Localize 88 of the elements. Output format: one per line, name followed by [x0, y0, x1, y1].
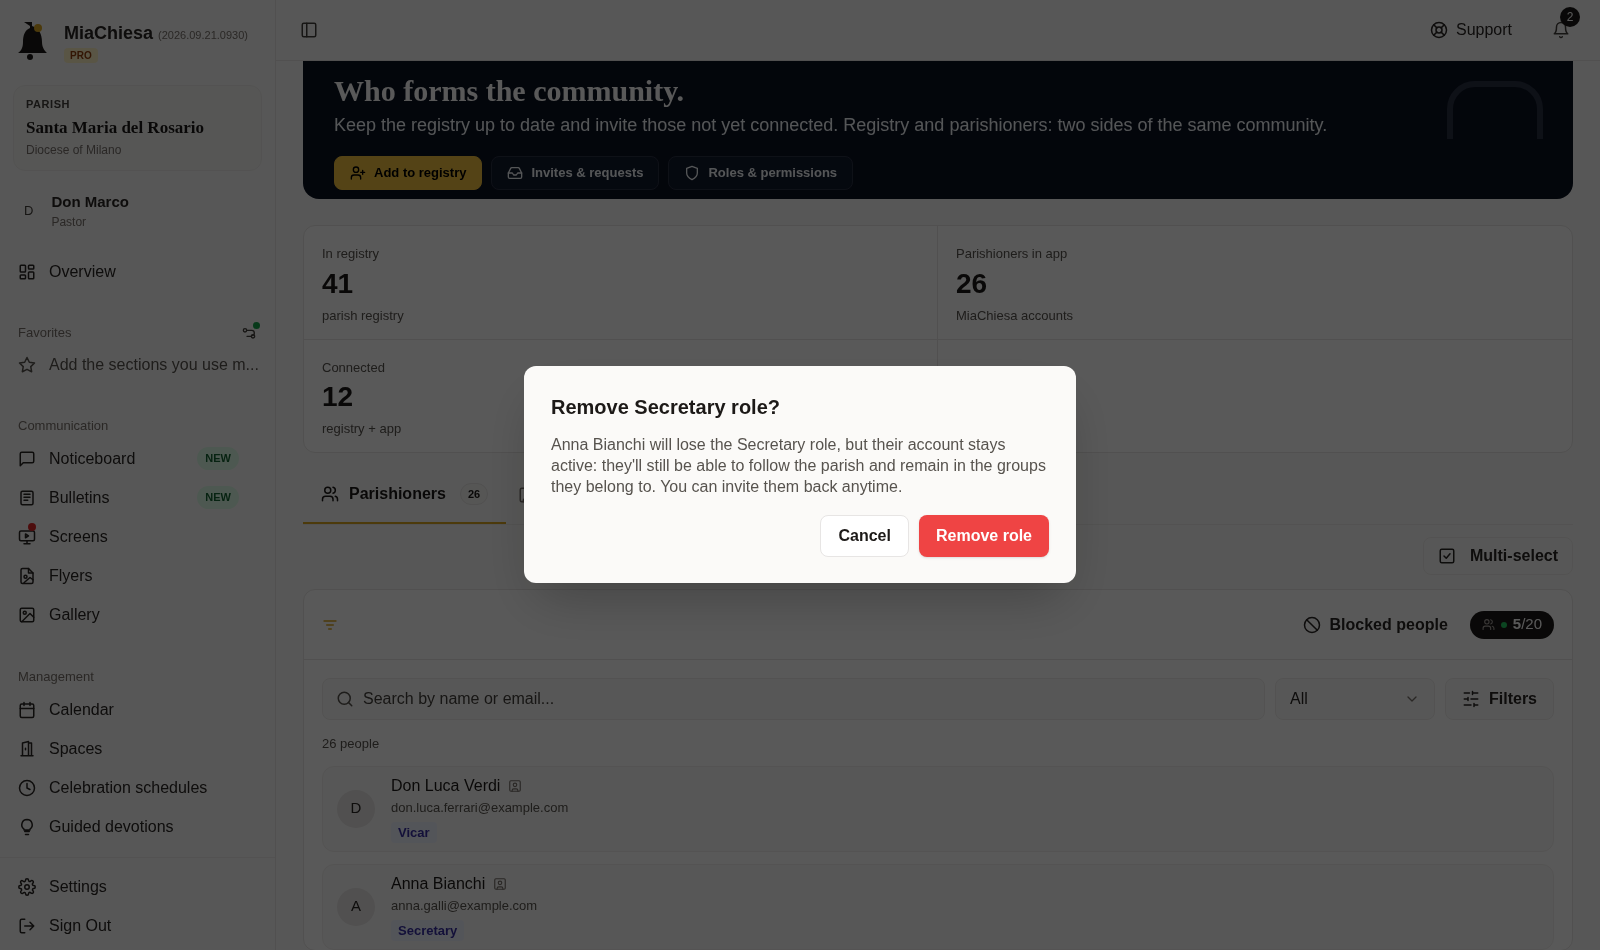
- avatar: D: [337, 789, 375, 828]
- file-image-icon: [18, 566, 36, 585]
- avatar: A: [337, 887, 375, 926]
- stat-value: 12: [322, 380, 354, 414]
- plan-badge: PRO: [64, 48, 98, 63]
- hero-subtitle: Keep the registry up to date and invite those not yet connected. Registry and parishioners: two sides of the same community.: [334, 114, 1328, 137]
- search-field[interactable]: Search by name or email...: [322, 678, 1265, 720]
- message-icon: [18, 449, 36, 468]
- newspaper-icon: [18, 488, 36, 507]
- hero-action-button[interactable]: Roles & permissions: [668, 156, 854, 190]
- notification-count: 2: [1560, 7, 1580, 27]
- person-email: don.luca.ferrari@example.com: [391, 799, 569, 817]
- users-icon: [1481, 618, 1495, 631]
- nav-item[interactable]: Screens: [0, 517, 239, 556]
- cancel-button[interactable]: Cancel: [820, 515, 909, 557]
- checkbox-icon: [1438, 547, 1456, 565]
- user-plus-icon: [350, 165, 366, 181]
- notifications-button[interactable]: [1552, 21, 1570, 39]
- role-dropdown[interactable]: All: [1275, 678, 1435, 720]
- nav-item[interactable]: Celebration schedules: [0, 768, 239, 808]
- sign-out-icon: [18, 917, 36, 935]
- person-card[interactable]: A Anna Bianchi anna.galli@example.com Secretary: [322, 863, 1554, 950]
- contact-card-icon: [493, 877, 508, 891]
- stat-caption: registry + app: [322, 420, 402, 438]
- panel-icon: [300, 21, 318, 39]
- hero-action-button[interactable]: Invites & requests: [491, 156, 660, 190]
- stat-caption: parish registry: [322, 306, 404, 325]
- dialog-title: Remove Secretary role?: [551, 395, 781, 420]
- hero-action-button[interactable]: Add to registry: [334, 156, 483, 190]
- calendar-icon: [18, 701, 36, 719]
- dialog-message: Anna Bianchi will lose the Secretary role, but their account stays active: they'll still be able to follow the parish and remain in the groups they belong to. You can invite them back anytime.: [551, 435, 1047, 497]
- stat-label: Connected: [322, 358, 385, 377]
- contact-card-icon: [508, 779, 523, 793]
- grid-icon: [18, 262, 36, 281]
- stat-caption: MiaChiesa accounts: [956, 306, 1074, 325]
- shield-icon: [684, 165, 701, 181]
- sidebar-toggle-button[interactable]: [300, 21, 318, 39]
- nav-item[interactable]: Noticeboard NEW: [0, 439, 239, 478]
- nav-item[interactable]: Settings: [0, 867, 239, 907]
- new-badge: NEW: [197, 486, 239, 509]
- nav-item[interactable]: Spaces: [0, 729, 239, 769]
- nav-item[interactable]: Overview: [0, 252, 239, 291]
- people-count: 26 people: [322, 735, 381, 753]
- support-link[interactable]: Support: [1429, 18, 1512, 42]
- stat-label: In registry: [322, 245, 380, 263]
- role-tag: Vicar: [391, 821, 437, 843]
- person-card[interactable]: D Don Luca Verdi don.luca.ferrari@example.com Vicar: [322, 765, 1554, 852]
- person-name: Anna Bianchi: [391, 874, 486, 894]
- user-name: Don Marco: [51, 191, 129, 212]
- stat-value: 26: [956, 266, 988, 301]
- stat-value: 41: [322, 266, 354, 301]
- star-icon: [18, 355, 36, 374]
- role-tag: Secretary: [391, 919, 465, 941]
- nav-item[interactable]: Gallery: [0, 595, 239, 634]
- user-initial: D: [24, 202, 34, 221]
- tab-count: 26: [459, 482, 489, 506]
- blocked-people-button[interactable]: Blocked people: [1302, 612, 1448, 637]
- capacity-count: 5/20: [1512, 614, 1542, 635]
- gallery-icon: [18, 605, 36, 624]
- clock-icon: [18, 779, 36, 797]
- nav-item[interactable]: Calendar: [0, 690, 239, 730]
- ban-icon: [1302, 615, 1321, 634]
- lifebuoy-icon: [1429, 21, 1448, 39]
- lightbulb-icon: [18, 818, 36, 836]
- users-icon: [321, 485, 339, 503]
- nav-item[interactable]: Sign Out: [0, 906, 239, 946]
- app-name: MiaChiesa: [64, 22, 154, 45]
- parish-label: PARISH: [26, 97, 72, 112]
- parish-name: Santa Maria del Rosario: [26, 116, 206, 139]
- door-icon: [18, 740, 36, 758]
- person-name: Don Luca Verdi: [391, 776, 501, 796]
- hero-title: Who forms the community.: [334, 74, 684, 108]
- nav-item[interactable]: Guided devotions: [0, 807, 239, 847]
- inbox-icon: [507, 165, 524, 181]
- tab[interactable]: Parishioners 26: [303, 466, 507, 524]
- multi-select-button[interactable]: Multi-select: [1423, 537, 1573, 575]
- remove-role-button[interactable]: Remove role: [918, 515, 1049, 557]
- filters-button[interactable]: Filters: [1445, 678, 1554, 720]
- settings-icon: [18, 878, 36, 896]
- new-badge: NEW: [197, 447, 239, 470]
- person-email: anna.galli@example.com: [391, 897, 538, 915]
- monitor-icon: [18, 527, 36, 546]
- nav-item[interactable]: Bulletins NEW: [0, 478, 239, 517]
- favorites-hint: Add the sections you use m...: [48, 354, 259, 375]
- stat-label: Parishioners in app: [956, 245, 1068, 263]
- nav-item[interactable]: Flyers: [0, 556, 239, 595]
- sliders-icon: [1462, 690, 1480, 708]
- bell-icon: [1552, 21, 1570, 39]
